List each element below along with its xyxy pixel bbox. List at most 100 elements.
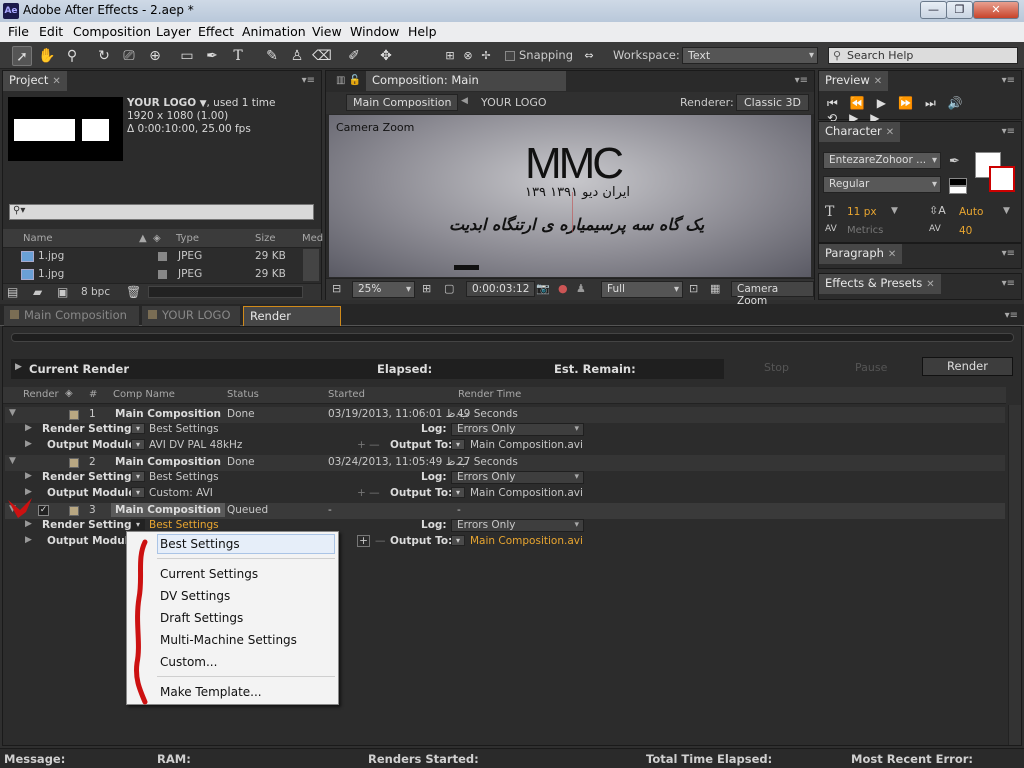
- timecode-display[interactable]: 0:00:03:12: [466, 281, 536, 297]
- new-composition-icon[interactable]: ▣: [57, 285, 68, 299]
- rectangle-tool-icon[interactable]: ▭: [177, 46, 197, 66]
- chevron-down-icon[interactable]: ▾: [131, 487, 145, 498]
- expand-triangle-icon[interactable]: ▶: [25, 439, 32, 449]
- tab-character[interactable]: Character ✕: [819, 122, 901, 142]
- col-status[interactable]: Status: [227, 389, 259, 400]
- menu-animation[interactable]: Animation: [242, 24, 306, 39]
- kerning-value[interactable]: Metrics: [847, 225, 883, 236]
- list-item[interactable]: 1.jpg JPEG 29 KB: [3, 249, 303, 265]
- item-comp-name[interactable]: Main Composition: [111, 503, 226, 517]
- tab-composition[interactable]: Composition: Main Composition▾✕: [366, 71, 566, 106]
- panel-menu-icon[interactable]: ▾≡: [302, 75, 315, 86]
- col-started[interactable]: Started: [328, 389, 365, 400]
- audio-icon[interactable]: 🔊: [948, 96, 975, 110]
- eraser-tool-icon[interactable]: ⌫: [312, 46, 332, 66]
- leading-value[interactable]: Auto: [959, 206, 983, 218]
- chevron-down-icon[interactable]: ▼: [1003, 206, 1010, 216]
- maximize-button[interactable]: ❐: [946, 1, 973, 19]
- interpret-footage-icon[interactable]: ▤: [7, 285, 18, 299]
- label-color-swatch[interactable]: [69, 458, 79, 468]
- horizontal-scrollbar[interactable]: [148, 286, 303, 298]
- add-output-icon[interactable]: + —: [357, 487, 380, 499]
- stop-button[interactable]: Stop: [764, 361, 789, 374]
- render-checkbox[interactable]: ✓: [38, 505, 49, 516]
- black-swatch[interactable]: [949, 178, 967, 186]
- composition-canvas[interactable]: Camera Zoom MMC ۱۳۹ ایران دیو ۱۳۹۱ یک گا…: [329, 115, 811, 277]
- tab-effects-presets[interactable]: Effects & Presets ✕: [819, 274, 941, 294]
- tab-paragraph[interactable]: Paragraph ✕: [819, 244, 903, 264]
- search-help-input[interactable]: Search Help: [828, 47, 1018, 64]
- zoom-select[interactable]: 25%: [352, 281, 415, 298]
- menu-window[interactable]: Window: [350, 24, 399, 39]
- project-search-input[interactable]: ⚲▾: [9, 204, 314, 220]
- workspace-select[interactable]: Text: [682, 47, 818, 64]
- vertical-scrollbar[interactable]: [303, 249, 319, 281]
- stroke-color-swatch[interactable]: [989, 166, 1015, 192]
- col-render-time[interactable]: Render Time: [458, 389, 521, 400]
- menu-item-make-template[interactable]: Make Template...: [160, 685, 262, 699]
- font-family-select[interactable]: EntezareZohoor ...: [823, 152, 941, 169]
- label-color-swatch[interactable]: [69, 506, 79, 516]
- expand-triangle-icon[interactable]: ▶: [25, 423, 32, 433]
- stamp-tool-icon[interactable]: ♙: [287, 46, 307, 66]
- axis-local-icon[interactable]: ⊞: [440, 46, 460, 66]
- panel-menu-icon[interactable]: ▾≡: [1005, 310, 1018, 321]
- minimize-button[interactable]: —: [920, 1, 947, 19]
- camera-select[interactable]: Camera Zoom: [731, 281, 814, 307]
- font-size-value[interactable]: 11 px: [847, 206, 877, 218]
- chevron-down-icon[interactable]: ▾: [131, 439, 145, 450]
- lock-icon[interactable]: ▥ 🔓: [336, 75, 361, 86]
- tab-preview[interactable]: Preview ✕: [819, 71, 889, 91]
- new-folder-icon[interactable]: ▰: [33, 285, 42, 299]
- first-frame-icon[interactable]: ⏮: [827, 96, 850, 110]
- prev-frame-icon[interactable]: ⏪: [850, 96, 877, 110]
- menu-item-current-settings[interactable]: Current Settings: [160, 567, 258, 581]
- menu-edit[interactable]: Edit: [39, 24, 63, 39]
- axis-world-icon[interactable]: ⊗: [458, 46, 478, 66]
- close-icon[interactable]: ✕: [52, 76, 60, 87]
- panel-menu-icon[interactable]: ▾≡: [1002, 278, 1015, 289]
- selection-tool-icon[interactable]: ➚: [12, 46, 32, 66]
- log-select[interactable]: Errors Only: [451, 471, 584, 484]
- resolution-select[interactable]: Full: [601, 281, 683, 298]
- next-frame-icon[interactable]: ⏩: [898, 96, 925, 110]
- col-number[interactable]: #: [89, 389, 97, 400]
- pan-behind-tool-icon[interactable]: ⊕: [145, 46, 165, 66]
- log-select[interactable]: Errors Only: [451, 519, 584, 532]
- white-swatch[interactable]: [949, 186, 967, 194]
- output-module-value[interactable]: Custom: AVI: [149, 487, 213, 499]
- show-channel-icon[interactable]: ●: [558, 282, 568, 295]
- snap-options-icon[interactable]: ⇔: [579, 46, 599, 66]
- collapse-triangle-icon[interactable]: ▼: [9, 456, 16, 466]
- renderer-select[interactable]: Classic 3D: [736, 94, 810, 111]
- render-settings-value[interactable]: Best Settings: [149, 471, 219, 483]
- table-row[interactable]: ▼ 2 Main Composition Done 03/24/2013, 11…: [5, 455, 1005, 471]
- menu-item-custom[interactable]: Custom...: [160, 655, 217, 669]
- output-to-value[interactable]: Main Composition.avi: [470, 487, 583, 499]
- safe-margins-icon[interactable]: ⊞: [422, 282, 431, 295]
- snapshot-camera-icon[interactable]: 📷: [536, 282, 550, 295]
- output-to-value[interactable]: Main Composition.avi: [470, 439, 583, 451]
- snapping-checkbox[interactable]: [505, 51, 515, 61]
- chevron-down-icon[interactable]: ▾: [451, 535, 465, 546]
- tab-your-logo[interactable]: YOUR LOGO: [142, 306, 240, 326]
- log-select[interactable]: Errors Only: [451, 423, 584, 436]
- chevron-down-icon[interactable]: ▾: [131, 471, 145, 482]
- breadcrumb-your-logo[interactable]: YOUR LOGO: [481, 96, 547, 109]
- trash-icon[interactable]: 🗑: [126, 285, 141, 299]
- menu-view[interactable]: View: [312, 24, 342, 39]
- tab-main-composition[interactable]: Main Composition: [4, 306, 139, 326]
- hand-tool-icon[interactable]: ✋: [37, 46, 57, 66]
- label-tag-icon[interactable]: ◈: [65, 388, 73, 399]
- tracking-value[interactable]: 40: [959, 225, 972, 237]
- remove-output-module-button[interactable]: —: [375, 535, 386, 547]
- render-settings-value[interactable]: Best Settings: [149, 423, 219, 435]
- menu-effect[interactable]: Effect: [198, 24, 234, 39]
- label-color-swatch[interactable]: [69, 410, 79, 420]
- close-button[interactable]: ✕: [973, 1, 1019, 19]
- fast-previews-icon[interactable]: ⊡: [689, 282, 698, 295]
- sort-up-icon[interactable]: ▲: [139, 233, 147, 244]
- add-output-icon[interactable]: + —: [357, 439, 380, 451]
- play-icon[interactable]: ▶: [877, 96, 898, 110]
- col-name[interactable]: Name: [23, 233, 53, 244]
